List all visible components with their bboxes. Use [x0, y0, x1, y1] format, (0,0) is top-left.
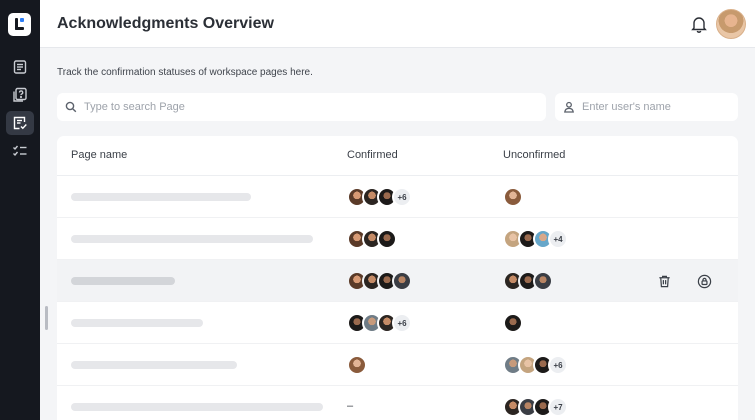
table-row[interactable]: +6	[57, 302, 738, 344]
trash-icon	[658, 275, 670, 287]
more-users-badge[interactable]: +7	[548, 397, 568, 417]
sidebar-resize-handle[interactable]	[45, 306, 48, 330]
delete-button[interactable]	[655, 272, 673, 290]
avatar[interactable]	[716, 9, 746, 39]
avatar	[533, 271, 553, 291]
page-name-placeholder	[71, 319, 203, 327]
document-icon	[13, 60, 27, 74]
table-row[interactable]: +6	[57, 176, 738, 218]
top-header: Acknowledgments Overview	[40, 0, 755, 48]
avatar	[503, 313, 523, 333]
column-header-confirmed[interactable]: Confirmed	[347, 149, 398, 161]
page-name-placeholder	[71, 277, 175, 285]
table-row[interactable]: +4	[57, 218, 738, 260]
column-header-unconfirmed[interactable]: Unconfirmed	[503, 149, 565, 161]
sidebar-item-checklists[interactable]	[6, 139, 34, 163]
acknowledgment-icon	[13, 116, 27, 130]
logo-stroke-base	[15, 27, 24, 30]
unconfirmed-avatars[interactable]: +7	[503, 397, 568, 417]
avatar	[347, 355, 367, 375]
no-confirmations: –	[347, 400, 354, 412]
more-users-badge[interactable]: +6	[392, 187, 412, 207]
table-row[interactable]: – +7	[57, 386, 738, 420]
table-row[interactable]	[57, 260, 738, 302]
avatar	[377, 229, 397, 249]
sidebar-item-acknowledgments[interactable]	[6, 111, 34, 135]
sidebar-item-questions[interactable]	[6, 83, 34, 107]
page-name-placeholder	[71, 193, 251, 201]
confirmed-avatars[interactable]: +6	[347, 187, 412, 207]
logo-icon[interactable]	[8, 13, 31, 36]
search-icon	[65, 101, 77, 113]
unconfirmed-avatars[interactable]	[503, 187, 523, 207]
avatar	[503, 187, 523, 207]
column-header-page-name[interactable]: Page name	[71, 149, 127, 161]
checklist-icon	[13, 145, 27, 157]
lock-icon	[697, 274, 711, 288]
confirmed-avatars[interactable]	[347, 229, 397, 249]
page-title: Acknowledgments Overview	[57, 15, 274, 32]
page-search-input[interactable]	[84, 101, 493, 113]
user-icon	[564, 101, 574, 113]
page-name-placeholder	[71, 361, 237, 369]
unconfirmed-avatars[interactable]: +4	[503, 229, 568, 249]
sidebar	[0, 0, 40, 420]
table-row[interactable]: +6	[57, 344, 738, 386]
avatar	[392, 271, 412, 291]
unconfirmed-avatars[interactable]	[503, 313, 523, 333]
sidebar-item-pages[interactable]	[6, 55, 34, 79]
question-page-icon	[13, 87, 27, 102]
unconfirmed-avatars[interactable]	[503, 271, 553, 291]
acknowledgments-table: Page name Confirmed Unconfirmed +6 +4 +6…	[57, 136, 738, 420]
user-search-input[interactable]	[582, 101, 731, 113]
confirmed-avatars[interactable]	[347, 271, 412, 291]
confirmed-avatars[interactable]: +6	[347, 313, 412, 333]
more-users-badge[interactable]: +6	[548, 355, 568, 375]
more-users-badge[interactable]: +6	[392, 313, 412, 333]
page-name-placeholder	[71, 235, 313, 243]
unconfirmed-avatars[interactable]: +6	[503, 355, 568, 375]
logo-accent	[20, 18, 24, 22]
lock-button[interactable]	[695, 272, 713, 290]
page-name-placeholder	[71, 403, 323, 411]
page-search-box[interactable]	[57, 93, 546, 121]
bell-icon[interactable]	[691, 15, 707, 33]
page-description: Track the confirmation statuses of works…	[57, 67, 313, 78]
more-users-badge[interactable]: +4	[548, 229, 568, 249]
user-search-box[interactable]	[555, 93, 738, 121]
confirmed-avatars[interactable]	[347, 355, 367, 375]
